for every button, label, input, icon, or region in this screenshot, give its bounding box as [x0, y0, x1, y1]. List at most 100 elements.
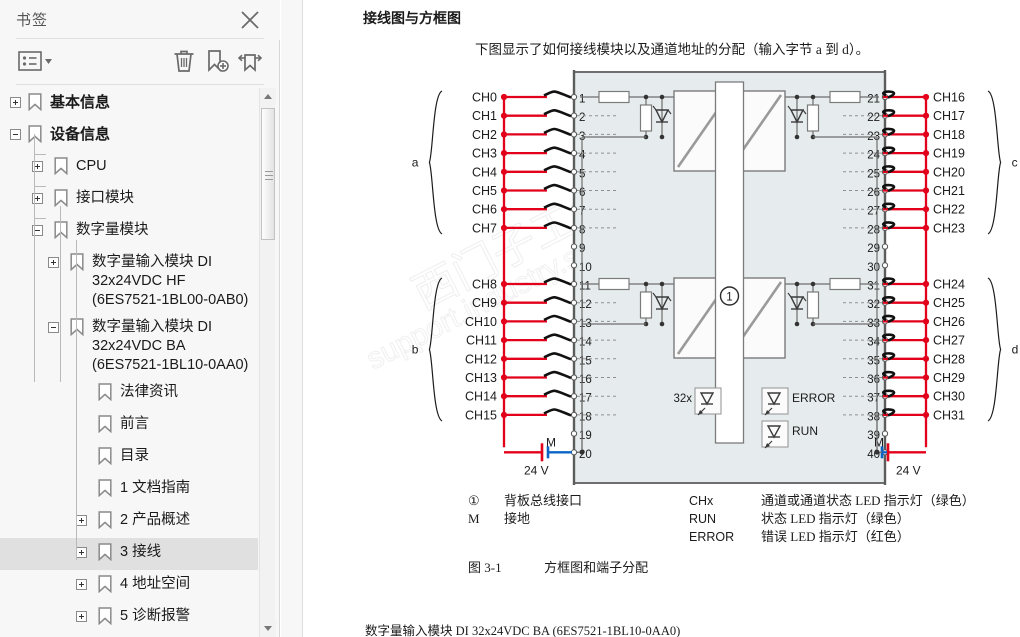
add-bookmark-icon[interactable]	[203, 47, 231, 75]
sidebar-item-cpu[interactable]: CPU	[0, 152, 258, 184]
resistor-vertical	[806, 291, 820, 319]
bookmark-icon	[98, 575, 112, 594]
bookmark-icon	[70, 253, 84, 272]
bookmark-icon	[54, 189, 68, 208]
tree-toggle-digital-module[interactable]	[32, 225, 43, 236]
sidebar-item-interface-module[interactable]: 接口模块	[0, 184, 258, 216]
switch-contact	[543, 408, 572, 417]
led-label: RUN	[792, 424, 818, 438]
tree-toggle-interface-module[interactable]	[32, 193, 43, 204]
expand-bookmarks-icon[interactable]	[236, 47, 264, 75]
scrollbar-thumb[interactable]	[261, 108, 275, 240]
tree-toggle-di-hf[interactable]	[48, 257, 59, 268]
sidebar-item-label: 数字量输入模块 DI 32x24VDC BA (6ES7521-1BL10-0A…	[92, 319, 249, 373]
sidebar-item-product-overview[interactable]: 2 产品概述	[0, 506, 258, 538]
sidebar-scrollbar[interactable]	[259, 88, 276, 637]
sidebar-item-address-space[interactable]: 4 地址空间	[0, 570, 258, 602]
tree-toggle-basic-info[interactable]	[10, 97, 21, 108]
sidebar-item-digital-module[interactable]: 数字量模块	[0, 216, 258, 248]
toolbar-divider	[16, 84, 264, 85]
channel-label: CH16	[933, 91, 965, 105]
legend-symbol-2: ERROR	[689, 530, 735, 544]
channel-group-label: d	[1012, 342, 1019, 356]
sidebar-item-di-hf[interactable]: 数字量输入模块 DI 32x24VDC HF (6ES7521-1BL00-0A…	[0, 248, 258, 313]
resistor-vertical	[639, 104, 653, 132]
bookmarks-header: 书签	[0, 0, 280, 40]
bookmark-icon	[28, 125, 42, 144]
scroll-up-icon[interactable]	[260, 88, 276, 105]
bookmark-icon	[98, 447, 112, 466]
terminal-number: 35	[867, 355, 880, 367]
sidebar-item-doc-guide[interactable]: 1 文档指南	[0, 474, 258, 506]
sidebar-item-wiring[interactable]: 3 接线	[0, 538, 258, 570]
tree-toggle-wiring[interactable]	[76, 547, 87, 558]
terminal-number: 24	[867, 150, 880, 162]
sidebar-item-legal[interactable]: 法律资讯	[0, 378, 258, 410]
sidebar-item-label: 法律资讯	[120, 384, 178, 400]
terminal-number: 11	[579, 281, 591, 293]
legend-row: M 接地 RUN 状态 LED 指示灯（绿色）	[468, 510, 1020, 528]
switch-contact	[543, 109, 572, 118]
tree-toggle-product-overview[interactable]	[76, 515, 87, 526]
channel-label: CH11	[466, 334, 497, 348]
tree-toggle-diagnostics[interactable]	[76, 611, 87, 622]
bookmarks-sidebar: 书签 基本信息 设备信息 CPU 接口模块 数字量模块 数字量输入模块 DI 3…	[0, 0, 280, 637]
terminal-point	[570, 224, 578, 232]
terminal-point	[570, 449, 578, 456]
legend-symbol: M	[468, 511, 480, 526]
list-options-icon[interactable]	[18, 49, 58, 75]
terminal-point	[570, 187, 578, 194]
channel-label: CH0	[472, 91, 497, 105]
close-icon[interactable]	[238, 8, 262, 32]
terminal-point	[570, 131, 578, 138]
legend-description	[504, 528, 689, 546]
terminal-point	[570, 393, 578, 400]
terminal-number: 31	[867, 281, 880, 293]
led-label: 32x	[673, 393, 692, 405]
terminal-point	[881, 262, 889, 269]
delete-bookmark-icon[interactable]	[170, 47, 198, 75]
channel-group-brace	[987, 90, 1002, 235]
legend-row: ERROR 错误 LED 指示灯（红色）	[468, 528, 1020, 546]
ground-label: M	[874, 435, 884, 449]
terminal-number: 10	[579, 262, 592, 274]
sidebar-item-toc[interactable]: 目录	[0, 442, 258, 474]
terminal-point	[570, 280, 578, 288]
legend-symbol-2: CHx	[689, 494, 714, 508]
channel-label: CH29	[933, 371, 965, 385]
terminal-number: 14	[579, 337, 592, 349]
junction	[810, 281, 816, 287]
switch-contact	[543, 127, 572, 137]
bookmark-icon	[98, 543, 112, 562]
tree-toggle-address-space[interactable]	[76, 579, 87, 590]
sidebar-item-label: 设备信息	[50, 126, 111, 143]
channel-label: CH10	[465, 315, 497, 329]
sidebar-item-basic-info[interactable]: 基本信息	[0, 88, 258, 120]
terminal-number: 21	[867, 94, 880, 106]
sidebar-item-device-info[interactable]: 设备信息	[0, 120, 258, 152]
sidebar-item-diagnostics[interactable]: 5 诊断报警	[0, 602, 258, 634]
terminal-point	[570, 336, 578, 344]
channel-label: CH15	[465, 408, 497, 422]
sidebar-item-label: 4 地址空间	[120, 576, 191, 592]
scroll-down-icon[interactable]	[260, 620, 276, 637]
document-content: 接线图与方框图 下图显示了如何接线模块以及通道地址的分配（输入字节 a 到 d）…	[303, 0, 1020, 637]
tree-toggle-device-info[interactable]	[10, 129, 21, 140]
switch-contact	[543, 370, 572, 380]
sidebar-item-preface[interactable]: 前言	[0, 410, 258, 442]
header-divider	[16, 38, 264, 39]
channel-label: CH1	[472, 109, 497, 123]
channel-group-label: a	[412, 155, 419, 169]
junction	[794, 281, 800, 287]
intro-paragraph: 下图显示了如何接线模块以及通道地址的分配（输入字节 a 到 d）。	[475, 42, 870, 57]
terminal-number: 38	[867, 411, 880, 423]
terminal-number: 37	[867, 393, 880, 405]
channel-label: CH25	[933, 296, 965, 310]
block-diagram-figure: 西门子工业支持中心support.industry.siemens.com.cn…	[303, 60, 1020, 490]
tree-toggle-di-ba[interactable]	[48, 322, 59, 333]
tree-toggle-cpu[interactable]	[32, 161, 43, 172]
terminal-number: 16	[579, 374, 592, 386]
resistor	[829, 90, 861, 104]
junction	[874, 450, 880, 455]
sidebar-item-di-ba[interactable]: 数字量输入模块 DI 32x24VDC BA (6ES7521-1BL10-0A…	[0, 313, 258, 378]
